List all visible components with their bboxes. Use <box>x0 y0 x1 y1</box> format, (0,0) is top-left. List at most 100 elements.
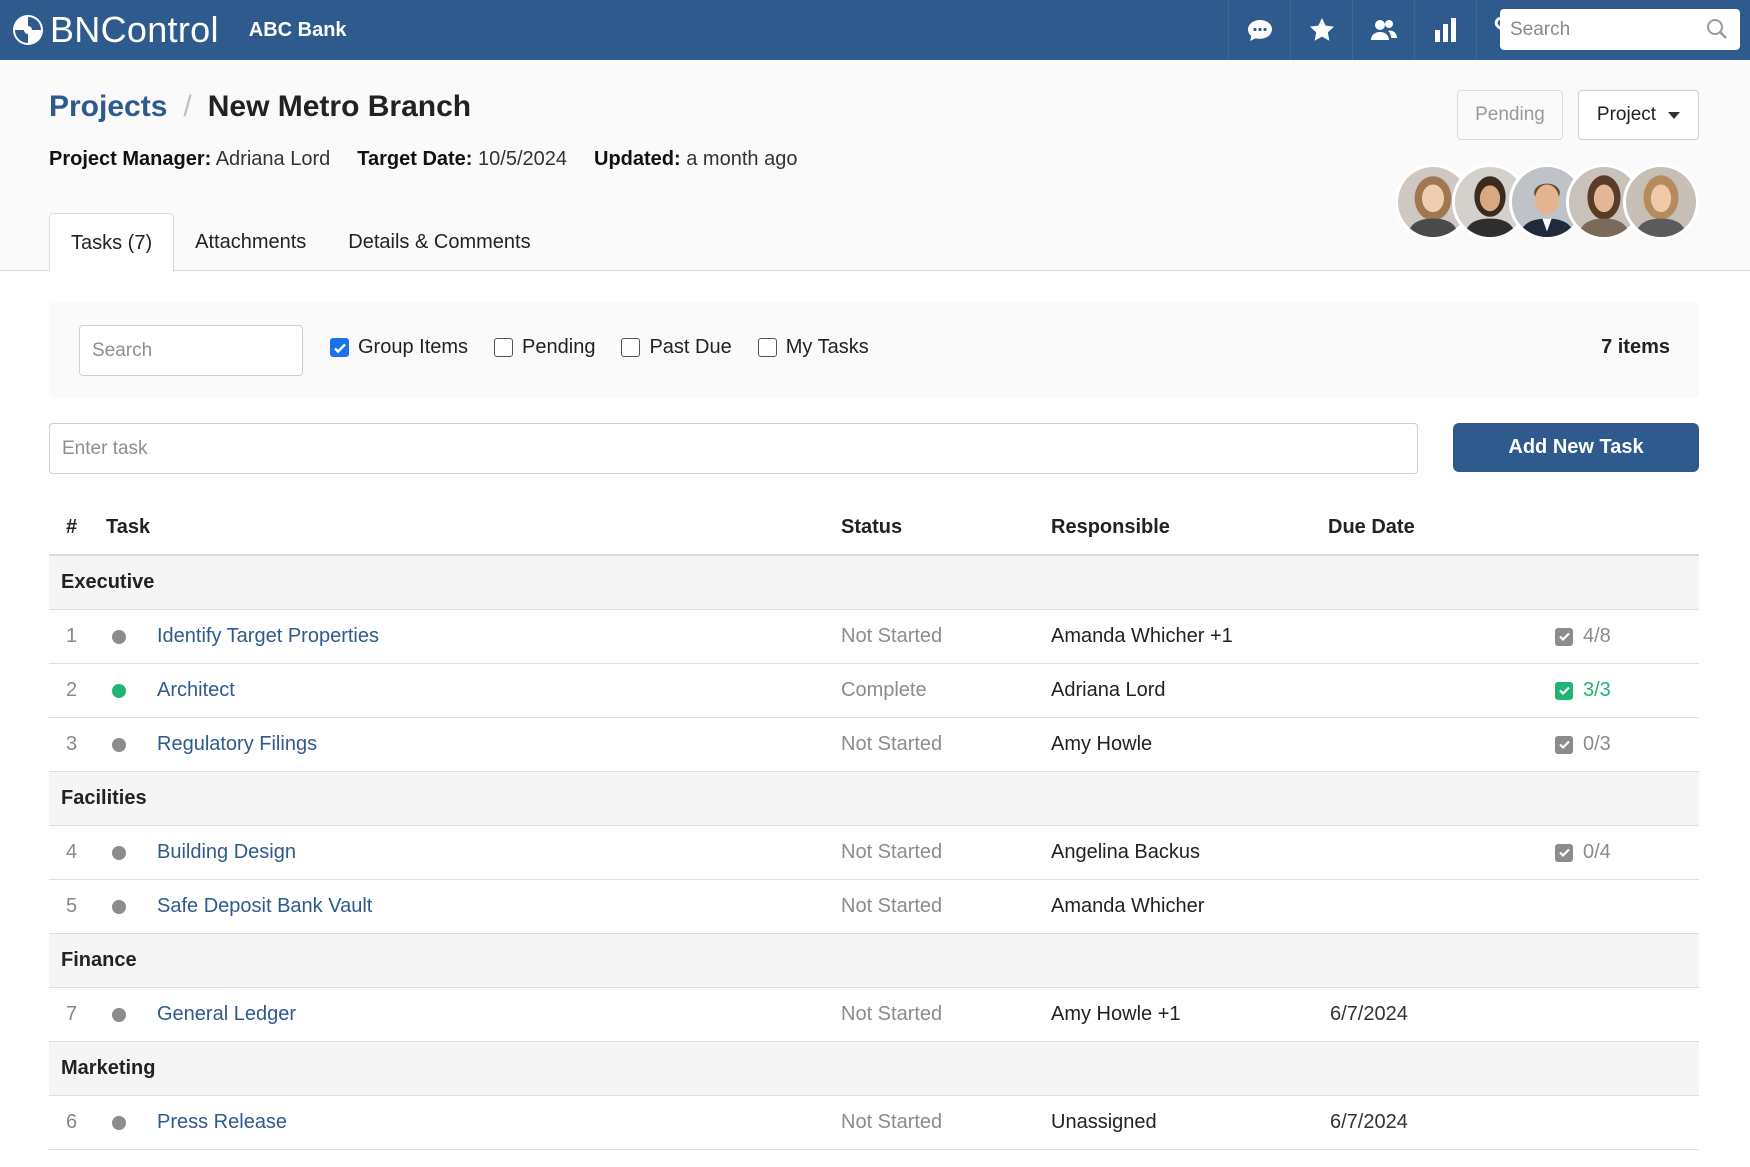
status-dot-icon <box>112 684 126 698</box>
task-link[interactable]: Press Release <box>157 1111 287 1134</box>
task-status: Complete <box>841 679 927 701</box>
meta-target-label: Target Date: <box>357 148 473 170</box>
status-dot-icon <box>112 630 126 644</box>
column-header-num[interactable]: # <box>66 516 77 539</box>
global-search[interactable] <box>1500 9 1740 50</box>
tab-details-comments[interactable]: Details & Comments <box>327 213 551 272</box>
task-link[interactable]: Safe Deposit Bank Vault <box>157 895 372 918</box>
past-due-checkbox[interactable]: Past Due <box>621 336 732 359</box>
pending-checkbox[interactable]: Pending <box>494 336 595 359</box>
pending-status-button[interactable]: Pending <box>1457 90 1563 140</box>
table-row: 1 Identify Target Properties Not Started… <box>49 610 1699 664</box>
star-icon[interactable] <box>1290 0 1352 60</box>
meta-manager-label: Project Manager: <box>49 148 212 170</box>
checklist-count: 0/3 <box>1583 733 1611 755</box>
tab-attachments[interactable]: Attachments <box>174 213 327 272</box>
breadcrumb: Projects / New Metro Branch <box>49 90 471 124</box>
task-number: 3 <box>66 733 78 755</box>
status-dot-icon <box>112 738 126 752</box>
checklist-icon <box>1555 627 1573 646</box>
task-responsible: Amy Howle +1 <box>1051 1003 1181 1025</box>
team-avatars <box>1395 164 1700 240</box>
checkbox-icon[interactable] <box>757 338 777 357</box>
bank-name: ABC Bank <box>248 18 347 41</box>
checklist-icon <box>1555 681 1573 700</box>
meta-target-value: 10/5/2024 <box>478 148 568 170</box>
column-header-due-date[interactable]: Due Date <box>1328 516 1415 539</box>
task-link[interactable]: Regulatory Filings <box>157 733 317 756</box>
task-status: Not Started <box>841 625 943 647</box>
checkbox-icon[interactable] <box>494 338 514 357</box>
breadcrumb-projects-link[interactable]: Projects <box>49 90 167 124</box>
column-header-responsible[interactable]: Responsible <box>1051 516 1170 539</box>
checkbox-icon[interactable] <box>621 338 641 357</box>
add-new-task-button[interactable]: Add New Task <box>1453 423 1699 472</box>
task-responsible: Adriana Lord <box>1051 679 1166 701</box>
tab-tasks[interactable]: Tasks (7) <box>49 213 175 273</box>
project-meta: Project Manager: Adriana Lord Target Dat… <box>49 148 824 171</box>
my-tasks-checkbox[interactable]: My Tasks <box>757 336 869 359</box>
checkbox-checked-icon[interactable] <box>330 338 349 357</box>
brand[interactable]: BNControl <box>12 9 219 51</box>
group-items-label: Group Items <box>358 336 469 358</box>
checklist-count: 4/8 <box>1583 625 1611 647</box>
task-search-input[interactable] <box>79 325 303 376</box>
status-dot-icon <box>112 1008 126 1022</box>
checklist-count: 0/4 <box>1583 841 1611 863</box>
task-link[interactable]: Architect <box>157 679 235 702</box>
task-number: 6 <box>66 1111 78 1133</box>
table-row: 2 Architect Complete Adriana Lord 3/3 <box>49 664 1699 718</box>
task-link[interactable]: General Ledger <box>157 1003 296 1026</box>
users-icon[interactable] <box>1352 0 1414 60</box>
project-tabs: Tasks (7) Attachments Details & Comments <box>49 213 552 273</box>
task-status: Not Started <box>841 1003 943 1025</box>
project-dropdown-button[interactable]: Project <box>1578 90 1699 140</box>
checklist-progress: 4/8 <box>1555 625 1611 648</box>
table-header: # Task Status Responsible Due Date <box>49 502 1699 556</box>
checklist-progress: 0/3 <box>1555 733 1611 756</box>
table-row: 7 General Ledger Not Started Amy Howle +… <box>49 988 1699 1042</box>
table-row: 6 Press Release Not Started Unassigned 6… <box>49 1096 1699 1150</box>
task-link[interactable]: Building Design <box>157 841 296 864</box>
task-status: Not Started <box>841 733 943 755</box>
group-header-marketing: Marketing <box>49 1042 1699 1096</box>
checklist-progress: 0/4 <box>1555 841 1611 864</box>
group-header-finance: Finance <box>49 934 1699 988</box>
global-search-input[interactable] <box>1500 18 1690 41</box>
my-tasks-label: My Tasks <box>785 336 869 358</box>
task-number: 2 <box>66 679 78 701</box>
task-responsible: Amanda Whicher <box>1051 895 1205 917</box>
checklist-count: 3/3 <box>1583 679 1611 701</box>
task-number: 5 <box>66 895 78 917</box>
table-row: 3 Regulatory Filings Not Started Amy How… <box>49 718 1699 772</box>
task-link[interactable]: Identify Target Properties <box>157 625 379 648</box>
top-navbar: BNControl ABC Bank <box>0 0 1750 60</box>
meta-updated-value: a month ago <box>686 148 798 170</box>
task-responsible: Angelina Backus <box>1051 841 1200 863</box>
item-count: 7 items <box>1601 336 1670 358</box>
task-number: 4 <box>66 841 78 863</box>
search-icon[interactable] <box>1706 18 1728 40</box>
task-status: Not Started <box>841 1111 943 1133</box>
meta-updated: Updated: a month ago <box>594 148 797 171</box>
brand-logo-icon <box>12 14 44 46</box>
group-items-checkbox[interactable]: Group Items <box>330 336 468 359</box>
chat-icon[interactable] <box>1228 0 1290 60</box>
project-header: Projects / New Metro Branch Project Mana… <box>0 60 1750 273</box>
status-dot-icon <box>112 900 126 914</box>
tasks-table: # Task Status Responsible Due Date Execu… <box>49 502 1699 1150</box>
pending-label: Pending <box>522 336 596 358</box>
group-header-facilities: Facilities <box>49 772 1699 826</box>
nav-icons <box>1228 0 1538 60</box>
bar-chart-icon[interactable] <box>1414 0 1476 60</box>
breadcrumb-separator: / <box>183 90 192 123</box>
column-header-status[interactable]: Status <box>841 516 902 539</box>
project-dropdown-label: Project <box>1596 104 1657 125</box>
task-number: 7 <box>66 1003 78 1025</box>
avatar[interactable] <box>1623 164 1699 240</box>
task-status: Not Started <box>841 841 943 863</box>
meta-updated-label: Updated: <box>594 148 681 170</box>
task-number: 1 <box>66 625 78 647</box>
column-header-task[interactable]: Task <box>106 516 150 539</box>
new-task-input[interactable] <box>49 423 1418 474</box>
